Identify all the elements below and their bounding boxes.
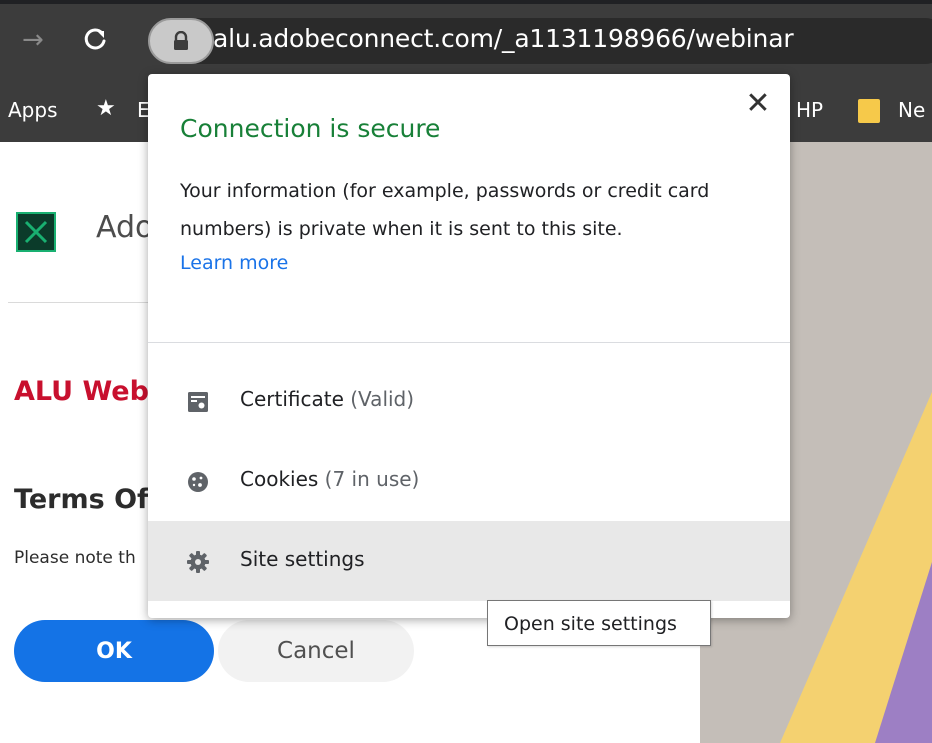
- close-icon[interactable]: ✕: [744, 89, 772, 119]
- cookies-label-text: Cookies: [240, 467, 319, 491]
- site-settings-label: Site settings: [240, 547, 365, 571]
- folder-icon[interactable]: [858, 99, 880, 123]
- popup-divider: [148, 342, 790, 343]
- terms-note: Please note th: [14, 548, 136, 568]
- ok-button[interactable]: OK: [14, 620, 214, 682]
- url-text[interactable]: alu.adobeconnect.com/_a1131198966/webina…: [213, 24, 794, 53]
- certificate-label-text: Certificate: [240, 387, 344, 411]
- learn-more-link[interactable]: Learn more: [180, 252, 288, 274]
- tooltip: Open site settings: [487, 600, 711, 646]
- cookies-count: (7 in use): [324, 467, 420, 491]
- page-title: ALU Web: [14, 376, 149, 407]
- tooltip-text: Open site settings: [504, 613, 677, 635]
- terms-heading: Terms Of: [14, 484, 149, 515]
- logo-mark-icon: [24, 220, 48, 244]
- bookmark-hp[interactable]: HP: [796, 98, 823, 122]
- popup-title: Connection is secure: [180, 114, 441, 143]
- brand-title: Ado: [96, 210, 154, 245]
- lock-icon[interactable]: [172, 31, 190, 51]
- certificate-status: (Valid): [350, 387, 415, 411]
- reload-icon[interactable]: [80, 24, 110, 54]
- bookmark-ne[interactable]: Ne: [898, 98, 925, 122]
- cookies-row[interactable]: Cookies (7 in use): [148, 441, 790, 521]
- cookie-icon: [188, 472, 208, 492]
- certificate-label: Certificate (Valid): [240, 387, 414, 411]
- certificate-icon: [188, 392, 208, 412]
- browser-window: → alu.adobeconnect.com/_a1131198966/webi…: [0, 0, 932, 743]
- popup-description: Your information (for example, passwords…: [180, 180, 710, 240]
- arrow-forward-icon[interactable]: →: [22, 27, 48, 53]
- star-icon[interactable]: ★: [96, 96, 116, 121]
- page-divider: [8, 302, 153, 303]
- bookmark-apps[interactable]: Apps: [8, 98, 58, 122]
- gear-icon: [187, 551, 209, 573]
- toolbar-top-edge: [0, 0, 932, 4]
- site-settings-row[interactable]: Site settings: [148, 521, 790, 601]
- site-info-popup: ✕ Connection is secure Your information …: [148, 74, 790, 618]
- cancel-button[interactable]: Cancel: [218, 620, 414, 682]
- certificate-row[interactable]: Certificate (Valid): [148, 361, 790, 441]
- adobe-connect-logo: [16, 212, 56, 252]
- cookies-label: Cookies (7 in use): [240, 467, 419, 491]
